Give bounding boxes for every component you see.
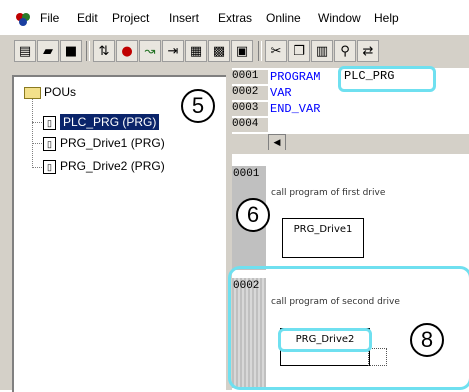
horizontal-scrollbar[interactable]: ◀ bbox=[232, 134, 469, 151]
pou-icon: ▯ bbox=[43, 159, 56, 174]
open-icon[interactable]: ▰ bbox=[37, 40, 59, 62]
logout-icon[interactable]: ▩ bbox=[208, 40, 230, 62]
build-icon[interactable]: ⇅ bbox=[93, 40, 115, 62]
keyword-end-var: END_VAR bbox=[270, 102, 321, 116]
line-number: 0002 bbox=[232, 86, 268, 100]
keyword-var: VAR bbox=[270, 86, 292, 100]
save-icon[interactable]: ■ bbox=[60, 40, 82, 62]
network-1-block[interactable]: PRG_Drive1 bbox=[282, 218, 364, 258]
tree-item-plc-prg[interactable]: ▯ PLC_PRG (PRG) bbox=[43, 114, 160, 130]
menu-file[interactable]: File bbox=[40, 11, 59, 25]
line-number: 0003 bbox=[232, 102, 268, 116]
menu-bar: File Edit Project Insert Extras Online W… bbox=[0, 0, 469, 34]
line-number: 0004 bbox=[232, 118, 268, 132]
network-1-number: 0001 bbox=[233, 168, 260, 180]
tree-item-prg-drive1[interactable]: ▯ PRG_Drive1 (PRG) bbox=[43, 136, 165, 151]
line-number: 0001 bbox=[232, 70, 268, 84]
menu-window[interactable]: Window bbox=[318, 11, 361, 25]
menu-online[interactable]: Online bbox=[266, 11, 301, 25]
toolbar: ▤ ▰ ■ ⇅ ● ↝ ⇥ ▦ ▩ ▣ ✂ ❐ ▥ ⚲ ⇄ bbox=[0, 34, 469, 70]
tree-root-pous[interactable]: POUs bbox=[24, 85, 76, 99]
menu-extras[interactable]: Extras bbox=[218, 11, 252, 25]
step-icon[interactable]: ⇥ bbox=[162, 40, 184, 62]
pou-icon: ▯ bbox=[43, 136, 56, 151]
folder-icon bbox=[24, 86, 41, 99]
download-icon[interactable]: ▣ bbox=[231, 40, 253, 62]
keyword-program: PROGRAM bbox=[270, 70, 321, 84]
tree-item-prg-drive2[interactable]: ▯ PRG_Drive2 (PRG) bbox=[43, 159, 165, 174]
replace-icon[interactable]: ⇄ bbox=[357, 40, 379, 62]
callout-6: 6 bbox=[236, 198, 270, 232]
menu-edit[interactable]: Edit bbox=[77, 11, 98, 25]
highlight-program-name bbox=[338, 66, 436, 92]
login-icon[interactable]: ▦ bbox=[185, 40, 207, 62]
network-1-comment: call program of first drive bbox=[271, 188, 386, 198]
highlight-network-2 bbox=[228, 266, 469, 390]
app-icon bbox=[16, 13, 30, 26]
scroll-left-icon[interactable]: ◀ bbox=[268, 134, 286, 151]
copy-icon[interactable]: ❐ bbox=[288, 40, 310, 62]
stop-icon[interactable]: ● bbox=[116, 40, 138, 62]
run-icon[interactable]: ↝ bbox=[139, 40, 161, 62]
paste-icon[interactable]: ▥ bbox=[311, 40, 333, 62]
new-icon[interactable]: ▤ bbox=[14, 40, 36, 62]
menu-help[interactable]: Help bbox=[374, 11, 399, 25]
find-icon[interactable]: ⚲ bbox=[334, 40, 356, 62]
menu-project[interactable]: Project bbox=[112, 11, 149, 25]
menu-insert[interactable]: Insert bbox=[169, 11, 199, 25]
callout-5: 5 bbox=[181, 89, 215, 123]
pou-icon: ▯ bbox=[43, 115, 56, 130]
cut-icon[interactable]: ✂ bbox=[265, 40, 287, 62]
